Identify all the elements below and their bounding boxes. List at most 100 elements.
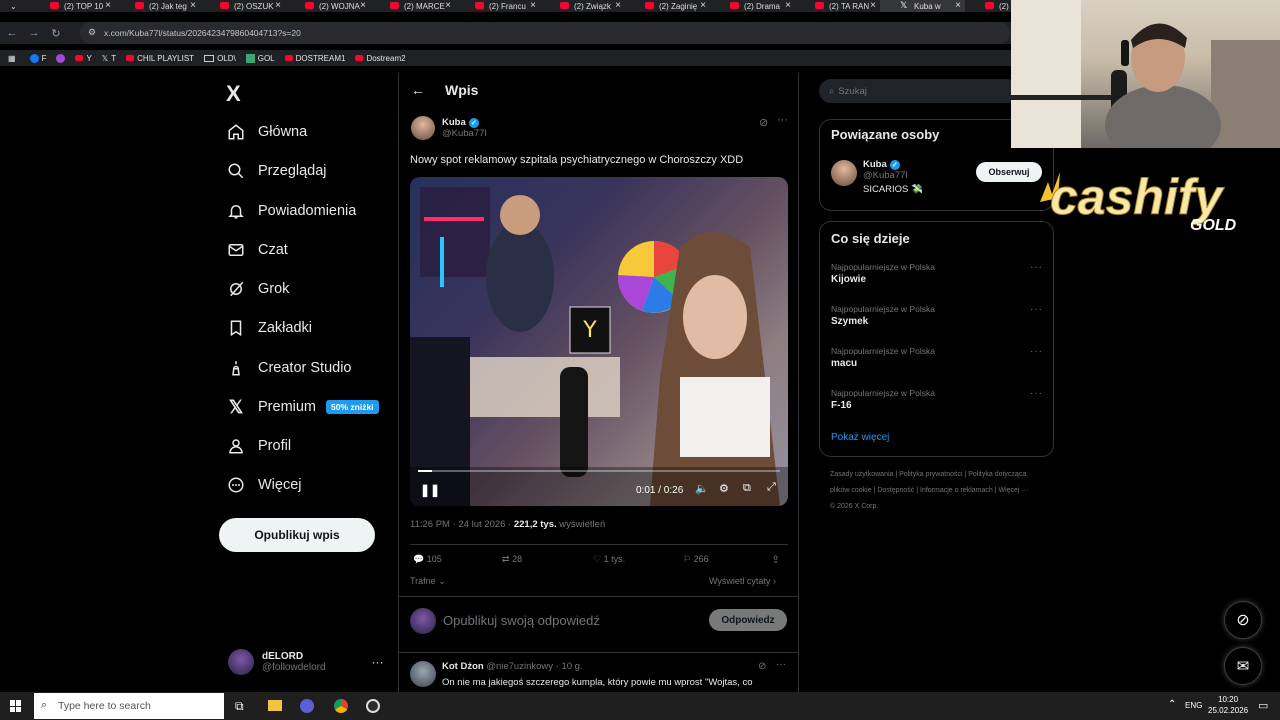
grok-fab[interactable]: ⊘ — [1224, 601, 1262, 639]
reply-button[interactable]: Odpowiedz — [709, 609, 787, 631]
close-icon[interactable]: × — [445, 0, 451, 11]
close-icon[interactable]: × — [955, 0, 961, 11]
pause-icon[interactable]: ❚❚ — [420, 483, 440, 497]
more-icon[interactable]: ··· — [1030, 346, 1043, 357]
bookmark-item[interactable]: Dostream2 — [355, 54, 406, 63]
post-button[interactable]: Opublikuj wpis — [219, 518, 375, 552]
like-action[interactable]: ♡ 1 tys. — [593, 554, 625, 565]
bookmark-folder[interactable]: OLD\ — [204, 54, 236, 63]
video-progress-track[interactable] — [418, 470, 780, 472]
tab-menu[interactable]: ⌄ — [0, 0, 30, 12]
close-icon[interactable]: × — [105, 0, 111, 11]
browser-tab[interactable]: (2) Zaginię × — [625, 0, 710, 12]
close-icon[interactable]: × — [275, 0, 281, 11]
search-input[interactable]: ⌕ Szukaj — [819, 79, 1019, 103]
task-view-icon[interactable]: ⧉ — [235, 699, 244, 714]
reload-icon[interactable]: ↻ — [48, 27, 64, 40]
show-more-link[interactable]: Pokaż więcej — [831, 432, 889, 443]
bookmark-action[interactable]: ⚐ 266 — [683, 554, 709, 565]
close-icon[interactable]: × — [530, 0, 536, 11]
share-icon[interactable]: ⇪ — [771, 553, 780, 566]
fullscreen-icon[interactable]: ⤢ — [767, 481, 776, 494]
grok-explain-icon[interactable]: ⊘ — [758, 661, 766, 672]
apps-icon[interactable]: ▦ — [8, 54, 16, 63]
language-indicator[interactable]: ENG — [1185, 701, 1202, 710]
sidebar-item-more[interactable]: Więcej — [226, 475, 302, 495]
bookmark-item[interactable]: 𝕏T — [102, 54, 116, 63]
close-icon[interactable]: × — [870, 0, 876, 11]
more-icon[interactable]: ··· — [1030, 262, 1043, 273]
forward-icon[interactable]: → — [26, 27, 42, 39]
view-quotes-link[interactable]: Wyświetl cytaty › — [709, 576, 776, 586]
sidebar-item-creator-studio[interactable]: Creator Studio — [226, 358, 352, 378]
url-field[interactable]: ⚙ x.com/Kuba77l/status/20264234798604047… — [80, 22, 1010, 44]
file-explorer-icon[interactable] — [268, 700, 282, 711]
video-player[interactable]: Y ❚❚ 0:01 / 0:26 🔈 ⚙ ⧉ ⤢ — [410, 177, 788, 506]
sidebar-item-home[interactable]: Główna — [226, 122, 307, 142]
sidebar-item-bookmarks[interactable]: Zakładki — [226, 318, 312, 338]
messages-fab[interactable]: ✉ — [1224, 647, 1262, 685]
close-icon[interactable]: × — [360, 0, 366, 11]
browser-tab[interactable]: (2) Związk × — [540, 0, 625, 12]
pip-icon[interactable]: ⧉ — [743, 482, 751, 495]
bookmark-item[interactable]: GOL — [245, 53, 275, 63]
settings-icon[interactable]: ⚙ — [719, 482, 729, 495]
windows-start-icon[interactable] — [10, 700, 22, 712]
trend-item[interactable]: Najpopularniejsze w Polska macu — [831, 346, 935, 369]
more-icon[interactable]: ··· — [1030, 388, 1043, 399]
trend-item[interactable]: Najpopularniejsze w Polska F-16 — [831, 388, 935, 411]
back-arrow-icon[interactable]: ← — [411, 82, 425, 98]
chrome-icon[interactable] — [334, 699, 348, 713]
clock[interactable]: 10:20 25.02.2026 — [1208, 694, 1248, 716]
browser-tab[interactable]: (2) Drama × — [710, 0, 795, 12]
obs-icon[interactable] — [366, 699, 380, 713]
close-icon[interactable]: × — [615, 0, 621, 11]
tray-chevron-icon[interactable]: ⌃ — [1168, 699, 1176, 710]
browser-tab[interactable]: (2) MARCE × — [370, 0, 455, 12]
more-icon[interactable]: ··· — [372, 655, 384, 669]
x-logo[interactable]: X — [226, 81, 241, 107]
sidebar-item-grok[interactable]: Grok — [226, 279, 289, 299]
browser-tab-active[interactable]: 𝕏 Kuba w × — [880, 0, 965, 12]
sort-dropdown[interactable]: Trafne ⌄ — [410, 576, 446, 587]
more-icon[interactable]: ··· — [1030, 304, 1043, 315]
taskbar-search[interactable]: ⌕ Type here to search — [34, 693, 224, 719]
post-author[interactable]: Kuba ✓ @Kuba77l — [411, 116, 487, 140]
browser-tab[interactable]: (2) Jak teg × — [115, 0, 200, 12]
bookmark-item[interactable] — [56, 53, 66, 63]
notifications-icon[interactable]: ▭ — [1258, 699, 1268, 712]
sidebar-item-chat[interactable]: Czat — [226, 240, 288, 260]
trend-item[interactable]: Najpopularniejsze w Polska Szymek — [831, 304, 935, 327]
close-icon[interactable]: × — [700, 0, 706, 11]
more-icon[interactable]: ··· — [777, 114, 788, 126]
bookmark-item[interactable]: F — [29, 53, 46, 63]
repost-action[interactable]: ⇄ 28 — [502, 554, 522, 565]
browser-tab[interactable]: (2) WOJNA × — [285, 0, 370, 12]
browser-tab[interactable]: (2) TA RAN × — [795, 0, 880, 12]
reply-item[interactable]: Kot Dżon @nie7uzinkowy · 10 g. On nie ma… — [410, 659, 790, 691]
close-icon[interactable]: × — [190, 0, 196, 11]
reply-input[interactable]: Opublikuj swoją odpowiedź — [443, 613, 600, 628]
browser-tab[interactable]: (2) Francu × — [455, 0, 540, 12]
browser-tab[interactable]: (2) OSZUK × — [200, 0, 285, 12]
browser-tab[interactable]: (2) TOP 10 × — [30, 0, 115, 12]
bookmark-item[interactable]: Y — [75, 54, 92, 63]
app-icon[interactable] — [300, 699, 314, 713]
sidebar-item-explore[interactable]: Przeglądaj — [226, 161, 327, 181]
sidebar-item-profile[interactable]: Profil — [226, 436, 291, 456]
more-icon[interactable]: ··· — [776, 659, 786, 670]
site-info-icon[interactable]: ⚙ — [88, 27, 96, 38]
account-switcher[interactable]: dELORD @followdelord ··· — [228, 649, 384, 675]
back-icon[interactable]: ← — [4, 27, 20, 39]
trend-item[interactable]: Najpopularniejsze w Polska Kijowie — [831, 262, 935, 285]
post-header: ← Wpis — [411, 82, 478, 98]
close-icon[interactable]: × — [785, 0, 791, 11]
sidebar-item-notifications[interactable]: Powiadomienia — [226, 201, 356, 221]
footer-links[interactable]: Zasady użytkowania | Polityka prywatnośc… — [830, 467, 1030, 515]
bookmark-item[interactable]: DOSTREAM1 — [284, 54, 345, 63]
sidebar-item-premium[interactable]: 𝕏 Premium 50% zniżki — [226, 397, 379, 417]
grok-explain-icon[interactable]: ⊘ — [759, 116, 768, 129]
bookmark-item[interactable]: CHIL PLAYLIST — [126, 54, 194, 63]
volume-icon[interactable]: 🔈 — [695, 482, 709, 495]
reply-action[interactable]: 💬 105 — [413, 554, 442, 565]
